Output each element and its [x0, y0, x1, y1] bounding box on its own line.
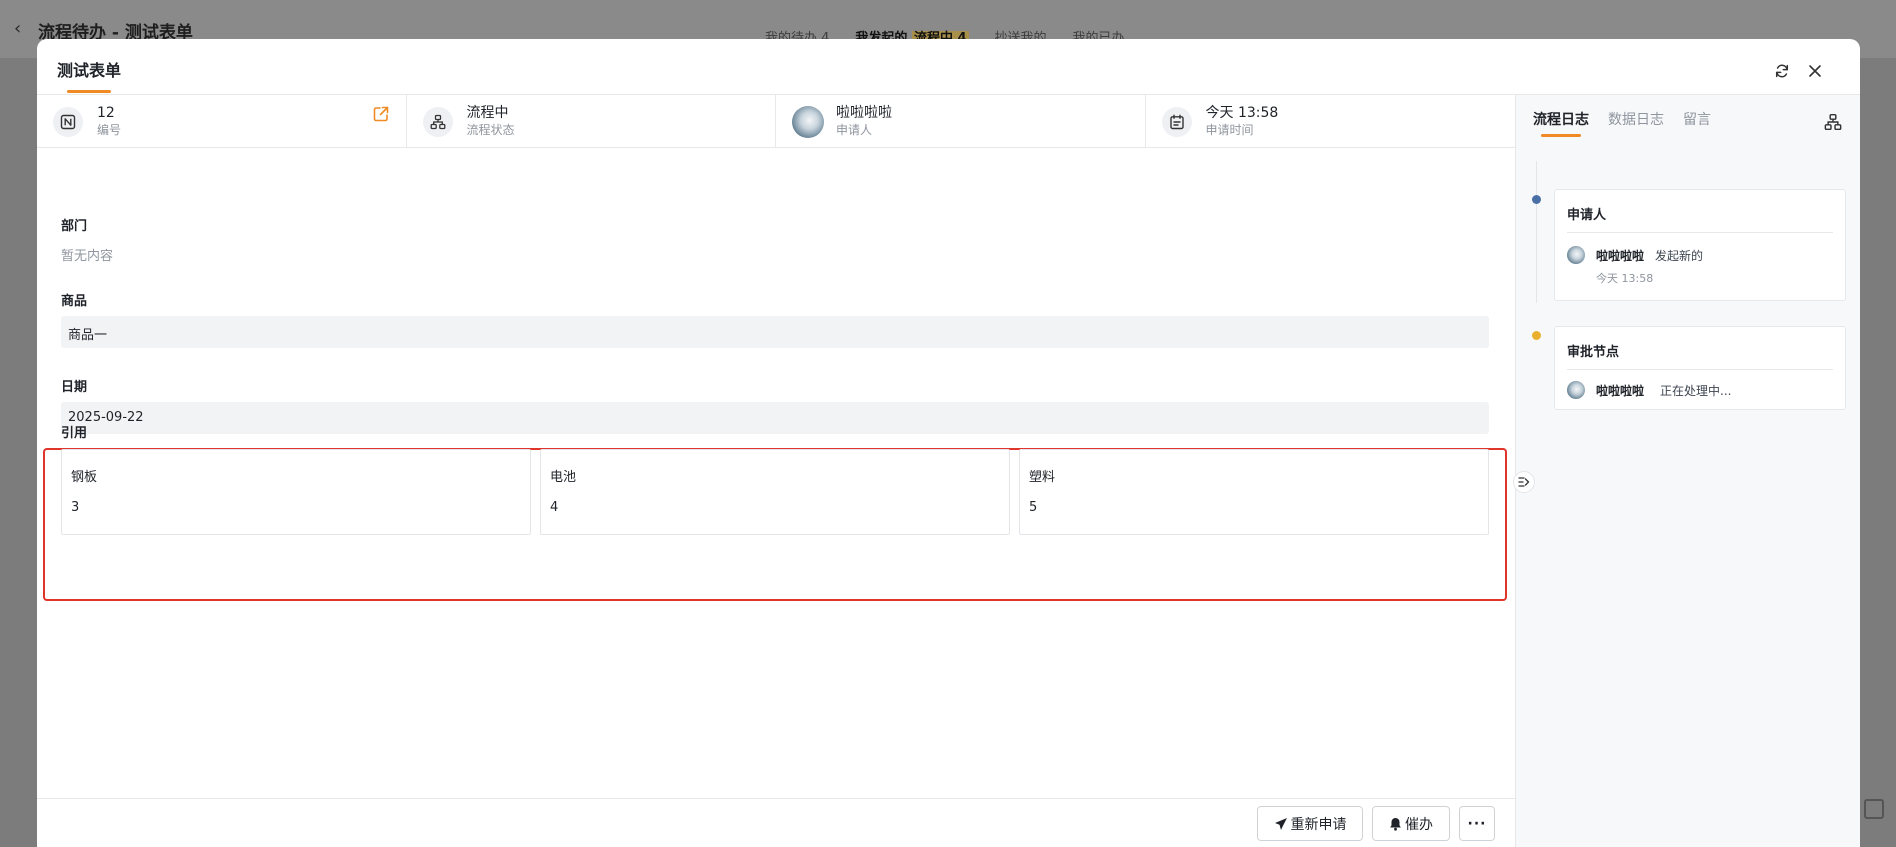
log-time: 今天 13:58: [1596, 272, 1654, 285]
log-card-applicant: 申请人 啦啦啦啦 发起新的 今天 13:58: [1554, 189, 1846, 301]
applicant-value: 啦啦啦啦: [836, 105, 892, 121]
info-applicant: 啦啦啦啦 申请人: [776, 95, 1146, 148]
log-panel: 流程日志 数据日志 留言 申请人 啦啦啦啦 发起新的 今天 13:58 审批节点…: [1515, 95, 1860, 847]
tab-data-log[interactable]: 数据日志: [1608, 109, 1664, 129]
reference-card-steel: 钢板 3: [61, 449, 531, 535]
more-icon: ···: [1467, 815, 1487, 832]
form-modal: 测试表单 12 编号 流程中 流程状态 啦啦啦啦 申请人 今天 13:58 申请…: [37, 39, 1860, 847]
info-time: 今天 13:58 申请时间: [1146, 95, 1516, 148]
info-number: 12 编号: [37, 95, 407, 148]
department-empty: 暂无内容: [61, 249, 114, 264]
reference-name: 塑料: [1029, 470, 1056, 485]
reference-card-battery: 电池 4: [540, 449, 1010, 535]
date-field: 2025-09-22: [61, 402, 1489, 434]
number-value: 12: [97, 105, 115, 121]
close-icon[interactable]: [1805, 61, 1825, 81]
log-user: 啦啦啦啦: [1596, 384, 1645, 398]
product-label: 商品: [61, 294, 88, 309]
bell-icon: [1390, 817, 1401, 831]
flow-status-icon: [422, 106, 453, 137]
product-field: 商品一: [61, 316, 1489, 348]
timeline-dot-approval: [1532, 331, 1541, 340]
number-label: 编号: [97, 123, 122, 137]
log-title: 审批节点: [1567, 345, 1620, 360]
reference-qty: 5: [1029, 500, 1038, 515]
reference-name: 电池: [550, 470, 577, 485]
date-label: 日期: [61, 380, 88, 395]
reference-card-plastic: 塑料 5: [1019, 449, 1489, 535]
avatar: [1567, 246, 1585, 264]
info-row: 12 编号 流程中 流程状态 啦啦啦啦 申请人 今天 13:58 申请时间: [37, 95, 1515, 148]
background-corner-icon: [1864, 799, 1884, 819]
info-number-text: 12 编号: [97, 105, 121, 138]
status-value: 流程中: [466, 105, 509, 121]
log-title: 申请人: [1567, 208, 1607, 223]
log-divider: [1567, 232, 1833, 233]
info-strip: 12 编号 流程中 流程状态 啦啦啦啦 申请人 今天 13:58 申请时间: [37, 95, 1515, 187]
log-user: 啦啦啦啦: [1596, 249, 1645, 263]
timeline-line: [1536, 161, 1537, 303]
log-divider: [1567, 369, 1833, 370]
time-label: 申请时间: [1205, 123, 1254, 137]
resubmit-label: 重新申请: [1290, 816, 1347, 833]
open-link-icon[interactable]: [372, 105, 390, 123]
modal-title-underline: [67, 90, 111, 93]
tab-messages[interactable]: 留言: [1683, 109, 1711, 129]
number-icon: [53, 106, 83, 137]
log-card-approval: 审批节点 啦啦啦啦 正在处理中...: [1554, 326, 1846, 410]
modal-title: 测试表单: [57, 61, 122, 80]
log-tabs: 流程日志 数据日志 留言: [1533, 109, 1711, 129]
urge-button[interactable]: 催办: [1372, 806, 1450, 841]
status-label: 流程状态: [466, 123, 515, 137]
applicant-label: 申请人: [836, 123, 873, 137]
log-action: 正在处理中...: [1660, 384, 1732, 398]
reference-qty: 3: [71, 500, 80, 515]
back-icon[interactable]: ‹: [14, 18, 21, 39]
info-applicant-text: 啦啦啦啦 申请人: [836, 105, 892, 138]
send-icon: [1274, 817, 1287, 830]
resubmit-button[interactable]: 重新申请: [1257, 806, 1363, 841]
log-tab-underline: [1541, 134, 1581, 137]
info-time-text: 今天 13:58 申请时间: [1206, 105, 1279, 138]
department-label: 部门: [61, 219, 88, 234]
reference-qty: 4: [550, 500, 559, 515]
flowchart-icon[interactable]: [1824, 113, 1842, 131]
time-value: 今天 13:58: [1205, 105, 1279, 121]
timeline-dot-applicant: [1532, 195, 1541, 204]
log-action: 发起新的: [1655, 249, 1704, 263]
more-button[interactable]: ···: [1459, 806, 1495, 841]
tab-flow-log[interactable]: 流程日志: [1533, 109, 1589, 129]
refresh-icon[interactable]: [1772, 61, 1792, 81]
reference-label: 引用: [61, 426, 88, 441]
modal-header: 测试表单: [37, 39, 1860, 95]
urge-label: 催办: [1405, 816, 1433, 833]
info-status: 流程中 流程状态: [407, 95, 776, 148]
info-status-text: 流程中 流程状态: [467, 105, 515, 138]
reference-name: 钢板: [71, 470, 98, 485]
calendar-icon: [1161, 106, 1192, 137]
modal-footer: 重新申请 催办 ···: [37, 798, 1515, 847]
collapse-panel-icon[interactable]: [1513, 471, 1535, 493]
applicant-avatar: [792, 105, 824, 138]
avatar: [1567, 381, 1585, 399]
